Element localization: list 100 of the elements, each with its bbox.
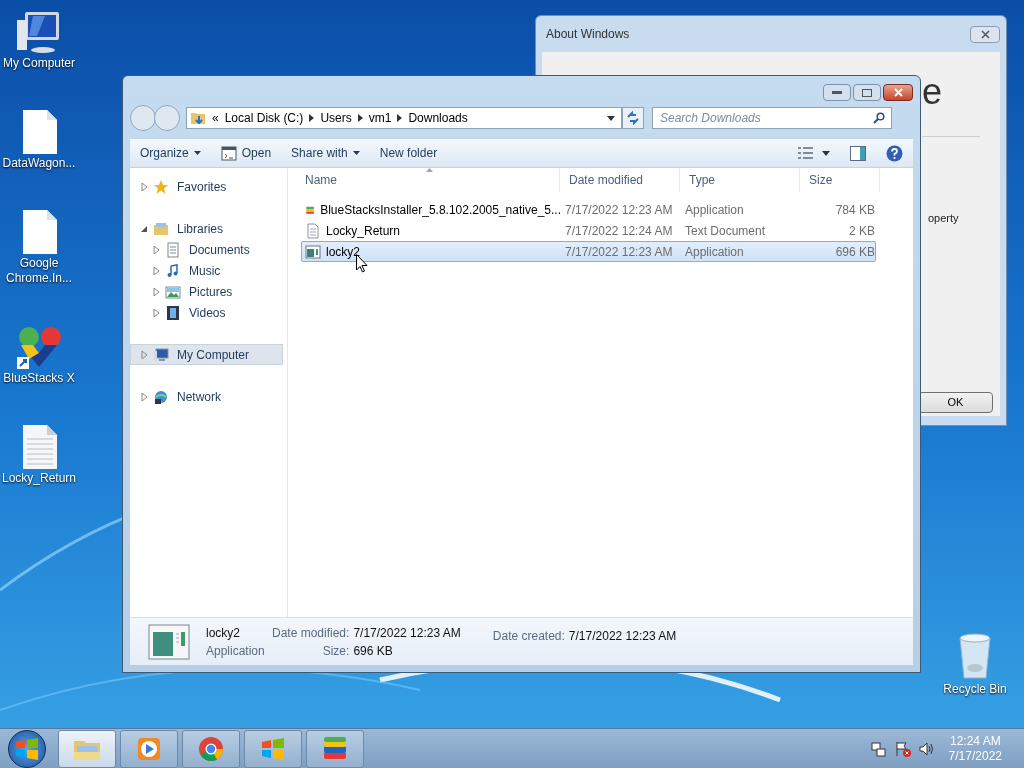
type-cell-text: Application — [684, 201, 745, 219]
toolbar-button[interactable]: Open — [220, 144, 272, 162]
maximize-button[interactable] — [853, 84, 881, 101]
details-label: Size: — [321, 642, 350, 660]
nav-item[interactable]: My Computer — [130, 344, 283, 365]
expand-arrow-icon[interactable] — [153, 287, 161, 296]
size-cell-text: 696 KB — [834, 243, 875, 261]
details-label: Date created: — [492, 628, 565, 645]
about-heading: e — [922, 72, 943, 112]
search-field[interactable]: Search Downloads — [652, 107, 892, 129]
breadcrumb-arrow-icon[interactable] — [357, 114, 363, 122]
nav-item[interactable]: Favorites — [130, 176, 283, 197]
sort-arrow-icon — [426, 168, 433, 172]
preview-pane-icon — [850, 145, 866, 161]
help-button[interactable] — [886, 144, 903, 162]
details-type: Application — [206, 642, 266, 660]
network-icon — [153, 388, 169, 405]
dropdown-arrow-icon — [352, 151, 360, 155]
taskbar-button[interactable] — [306, 729, 364, 768]
date-cell-text: 7/17/2022 12:24 AM — [564, 222, 674, 240]
nav-item[interactable]: Videos — [130, 302, 283, 323]
refresh-button[interactable] — [622, 107, 644, 129]
minimize-icon — [832, 90, 842, 95]
column-header[interactable]: Type — [680, 168, 800, 192]
start-button[interactable] — [8, 729, 46, 768]
column-header[interactable]: Size — [800, 168, 880, 192]
document-icon — [165, 241, 181, 258]
ok-button[interactable]: OK — [918, 392, 993, 413]
network-icon[interactable] — [870, 740, 887, 757]
file-name: locky2 — [326, 243, 360, 261]
details-name: locky2 — [206, 624, 241, 642]
close-button[interactable] — [970, 25, 1000, 43]
breadcrumb-arrow-icon[interactable] — [309, 114, 315, 122]
breadcrumb-arrow-icon[interactable] — [397, 114, 403, 122]
desktop-icon-label[interactable]: BlueStacks X — [3, 371, 75, 386]
music-icon — [165, 262, 181, 279]
type-cell-text: Text Document — [684, 222, 767, 240]
file-name: Locky_Return — [326, 222, 401, 240]
dropdown-arrow-icon — [193, 151, 201, 155]
taskbar-button[interactable] — [182, 729, 240, 768]
minimize-button[interactable] — [823, 84, 851, 101]
nav-item[interactable]: Music — [130, 260, 283, 281]
size-cell-text: 784 KB — [834, 201, 875, 219]
date-cell-text: 7/17/2022 12:23 AM — [564, 201, 674, 219]
desktop-icon-label[interactable]: Locky_Return — [1, 471, 76, 486]
desktop-icon-label[interactable]: My Computer — [3, 56, 75, 71]
text-file-icon — [305, 222, 321, 239]
desktop-icon-label[interactable]: Google Chrome.In... — [0, 256, 78, 286]
picture-icon — [165, 283, 181, 300]
dropdown-arrow-icon[interactable] — [607, 115, 615, 121]
expand-arrow-icon[interactable] — [141, 182, 149, 191]
collapse-arrow-icon[interactable] — [141, 224, 149, 233]
folder-icon — [190, 110, 206, 126]
expand-arrow-icon[interactable] — [141, 392, 149, 401]
help-icon — [886, 144, 903, 162]
library-icon — [153, 220, 169, 237]
file-row[interactable]: locky2 7/17/2022 12:23 AM Application 696 KB — [301, 241, 876, 262]
details-value: 7/17/2022 12:23 AM — [353, 624, 461, 642]
speaker-icon[interactable] — [918, 740, 935, 757]
nav-item[interactable]: Libraries — [130, 218, 283, 239]
nav-item[interactable]: Documents — [130, 239, 283, 260]
preview-pane-button[interactable] — [850, 145, 866, 161]
search-icon — [873, 112, 885, 124]
breadcrumb-item[interactable]: Users — [320, 109, 352, 127]
details-label: Date modified: — [272, 624, 350, 642]
size-cell-text: 2 KB — [848, 222, 875, 240]
toolbar-button[interactable]: Share with — [291, 144, 360, 162]
toolbar-button[interactable]: New folder — [379, 144, 438, 162]
taskbar-button[interactable] — [120, 729, 178, 768]
application-icon — [148, 623, 190, 660]
computer-icon — [153, 346, 169, 363]
breadcrumb-item[interactable]: Local Disk (C:) — [224, 109, 304, 127]
window-title: About Windows — [546, 26, 630, 43]
breadcrumb-item[interactable]: Downloads — [408, 109, 468, 127]
close-button[interactable] — [883, 84, 913, 101]
about-text: operty — [928, 211, 959, 226]
restore-icon — [862, 88, 872, 97]
film-icon — [165, 304, 181, 321]
view-options-button[interactable] — [798, 147, 830, 159]
file-row[interactable]: Locky_Return 7/17/2022 12:24 AM Text Document 2 KB — [301, 220, 876, 241]
flag-icon[interactable] — [894, 740, 911, 757]
application-icon — [305, 243, 321, 260]
file-row[interactable]: BlueStacksInstaller_5.8.102.2005_native_5... 7/17/2022 12:23 AM Application 784 KB — [301, 199, 876, 220]
breadcrumb-overflow[interactable]: « — [212, 109, 219, 127]
expand-arrow-icon[interactable] — [153, 308, 161, 317]
type-cell-text: Application — [684, 243, 745, 261]
toolbar-button[interactable]: Organize — [140, 144, 201, 162]
nav-item[interactable]: Network — [130, 386, 283, 407]
window-icon — [220, 145, 237, 161]
breadcrumb-item[interactable]: vm1 — [368, 109, 392, 127]
close-icon — [893, 88, 903, 97]
desktop-icon-label[interactable]: DataWagon... — [2, 156, 76, 171]
nav-item[interactable]: Pictures — [130, 281, 283, 302]
address-bar[interactable]: « Local Disk (C:) Users vm1 Downloads — [186, 107, 622, 129]
column-header[interactable]: Date modified — [560, 168, 680, 192]
taskbar-button[interactable] — [58, 729, 116, 768]
expand-arrow-icon[interactable] — [153, 266, 161, 275]
expand-arrow-icon[interactable] — [153, 245, 161, 254]
date-cell-text: 7/17/2022 12:23 AM — [564, 243, 674, 261]
close-icon — [980, 29, 990, 39]
